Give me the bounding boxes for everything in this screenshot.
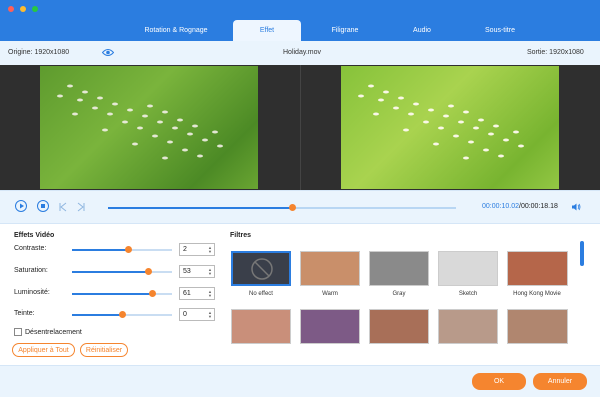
filter-thumbnail[interactable] (231, 309, 291, 344)
sheep-field-image (57, 84, 223, 160)
effect-param-row: Luminosité: 61 ▲ ▼ (14, 287, 224, 301)
current-time: 00:00:10.02 (482, 203, 519, 210)
close-window-button[interactable] (8, 6, 14, 12)
play-icon (20, 203, 24, 209)
filter-thumbnail[interactable] (231, 251, 291, 286)
slider-thumb[interactable] (125, 246, 132, 253)
param-slider[interactable] (72, 311, 172, 318)
original-video-frame (40, 66, 258, 189)
param-value: 0 (183, 311, 187, 318)
filter-thumbnail[interactable] (300, 251, 360, 286)
output-preview-pane (300, 65, 600, 190)
param-label: Teinte: (14, 310, 35, 317)
playback-controls: 00:00:10.02/00:00:18.18 (0, 190, 600, 224)
stop-icon (41, 204, 45, 208)
reset-button[interactable]: Réinitialiser (80, 343, 128, 357)
minimize-window-button[interactable] (20, 6, 26, 12)
stepper-icon[interactable]: ▲ ▼ (208, 268, 212, 276)
param-label: Luminosité: (14, 289, 50, 296)
info-bar: Origine: 1920x1080 Holiday.mov Sortie: 1… (0, 41, 600, 66)
preview-area (0, 65, 600, 190)
filters-title: Filtres (230, 232, 252, 239)
stepper-icon[interactable]: ▲ ▼ (208, 246, 212, 254)
filter-label: No effect (249, 291, 273, 297)
file-name: Holiday.mov (283, 49, 321, 56)
previous-frame-icon[interactable] (58, 202, 68, 212)
param-slider[interactable] (72, 246, 172, 253)
param-value-field[interactable]: 61 ▲ ▼ (179, 287, 215, 300)
maximize-window-button[interactable] (32, 6, 38, 12)
param-value: 61 (183, 290, 191, 297)
next-frame-icon[interactable] (76, 202, 86, 212)
param-value: 2 (183, 246, 187, 253)
volume-icon[interactable] (571, 202, 581, 212)
param-label: Contraste: (14, 245, 47, 252)
slider-fill (72, 249, 128, 251)
tab-effet[interactable]: Effet (233, 20, 301, 41)
effect-param-row: Contraste: 2 ▲ ▼ (14, 243, 224, 257)
no-effect-icon (251, 258, 273, 280)
output-video-frame (341, 66, 559, 189)
bottom-bar: OK Annuler (0, 365, 600, 397)
filter-thumbnail[interactable] (507, 309, 568, 344)
filter-thumbnail[interactable] (507, 251, 568, 286)
video-effects-title: Effets Vidéo (14, 232, 55, 239)
slider-thumb[interactable] (149, 290, 156, 297)
slider-thumb[interactable] (119, 311, 126, 318)
filter-thumbnail[interactable] (438, 251, 498, 286)
filter-label: Sketch (458, 291, 478, 297)
param-label: Saturation: (14, 267, 48, 274)
slider-fill (72, 293, 152, 295)
slider-thumb[interactable] (145, 268, 152, 275)
filter-label: Gray (392, 291, 406, 297)
deinterlace-label: Désentrelacement (25, 329, 82, 336)
seek-bar[interactable] (108, 204, 456, 211)
slider-fill (72, 314, 122, 316)
cancel-button[interactable]: Annuler (533, 373, 587, 390)
filter-thumbnail[interactable] (369, 251, 429, 286)
stop-button[interactable] (37, 200, 49, 212)
title-bar: Rotation & Rognage Effet Filigrane Audio… (0, 0, 600, 41)
filter-label: Warm (322, 291, 338, 297)
ok-button[interactable]: OK (472, 373, 526, 390)
param-slider[interactable] (72, 268, 172, 275)
seek-bar-thumb[interactable] (289, 204, 297, 211)
effect-param-row: Saturation: 53 ▲ ▼ (14, 265, 224, 279)
param-slider[interactable] (72, 290, 172, 297)
output-resolution: Sortie: 1920x1080 (527, 49, 584, 56)
origin-resolution: Origine: 1920x1080 (8, 49, 70, 56)
sheep-field-image (358, 84, 524, 160)
param-value-field[interactable]: 2 ▲ ▼ (179, 243, 215, 256)
deinterlace-checkbox[interactable] (14, 328, 22, 336)
param-value-field[interactable]: 0 ▲ ▼ (179, 308, 215, 321)
filter-thumbnail[interactable] (438, 309, 498, 344)
stepper-icon[interactable]: ▲ ▼ (208, 290, 212, 298)
apply-all-button[interactable]: Appliquer à Tout (12, 343, 75, 357)
tab-rotation[interactable]: Rotation & Rognage (119, 20, 233, 41)
effect-param-row: Teinte: 0 ▲ ▼ (14, 308, 224, 322)
stepper-icon[interactable]: ▲ ▼ (208, 311, 212, 319)
play-button[interactable] (15, 200, 27, 212)
filter-thumbnail[interactable] (369, 309, 429, 344)
tab-bar: Rotation & Rognage Effet Filigrane Audio… (119, 20, 545, 41)
seek-bar-progress (108, 207, 293, 209)
tab-audio[interactable]: Audio (389, 20, 455, 41)
slider-fill (72, 271, 148, 273)
time-display: 00:00:10.02/00:00:18.18 (482, 203, 558, 210)
param-value: 53 (183, 268, 191, 275)
filter-thumbnail[interactable] (300, 309, 360, 344)
tab-filigrane[interactable]: Filigrane (301, 20, 389, 41)
eye-icon[interactable] (102, 48, 114, 57)
filter-label: Hong Kong Movie (513, 291, 561, 297)
filters-scrollbar[interactable] (580, 241, 584, 266)
total-time: 00:00:18.18 (520, 203, 558, 210)
tab-sous-titre[interactable]: Sous-titre (455, 20, 545, 41)
original-preview-pane (0, 65, 299, 190)
param-value-field[interactable]: 53 ▲ ▼ (179, 265, 215, 278)
